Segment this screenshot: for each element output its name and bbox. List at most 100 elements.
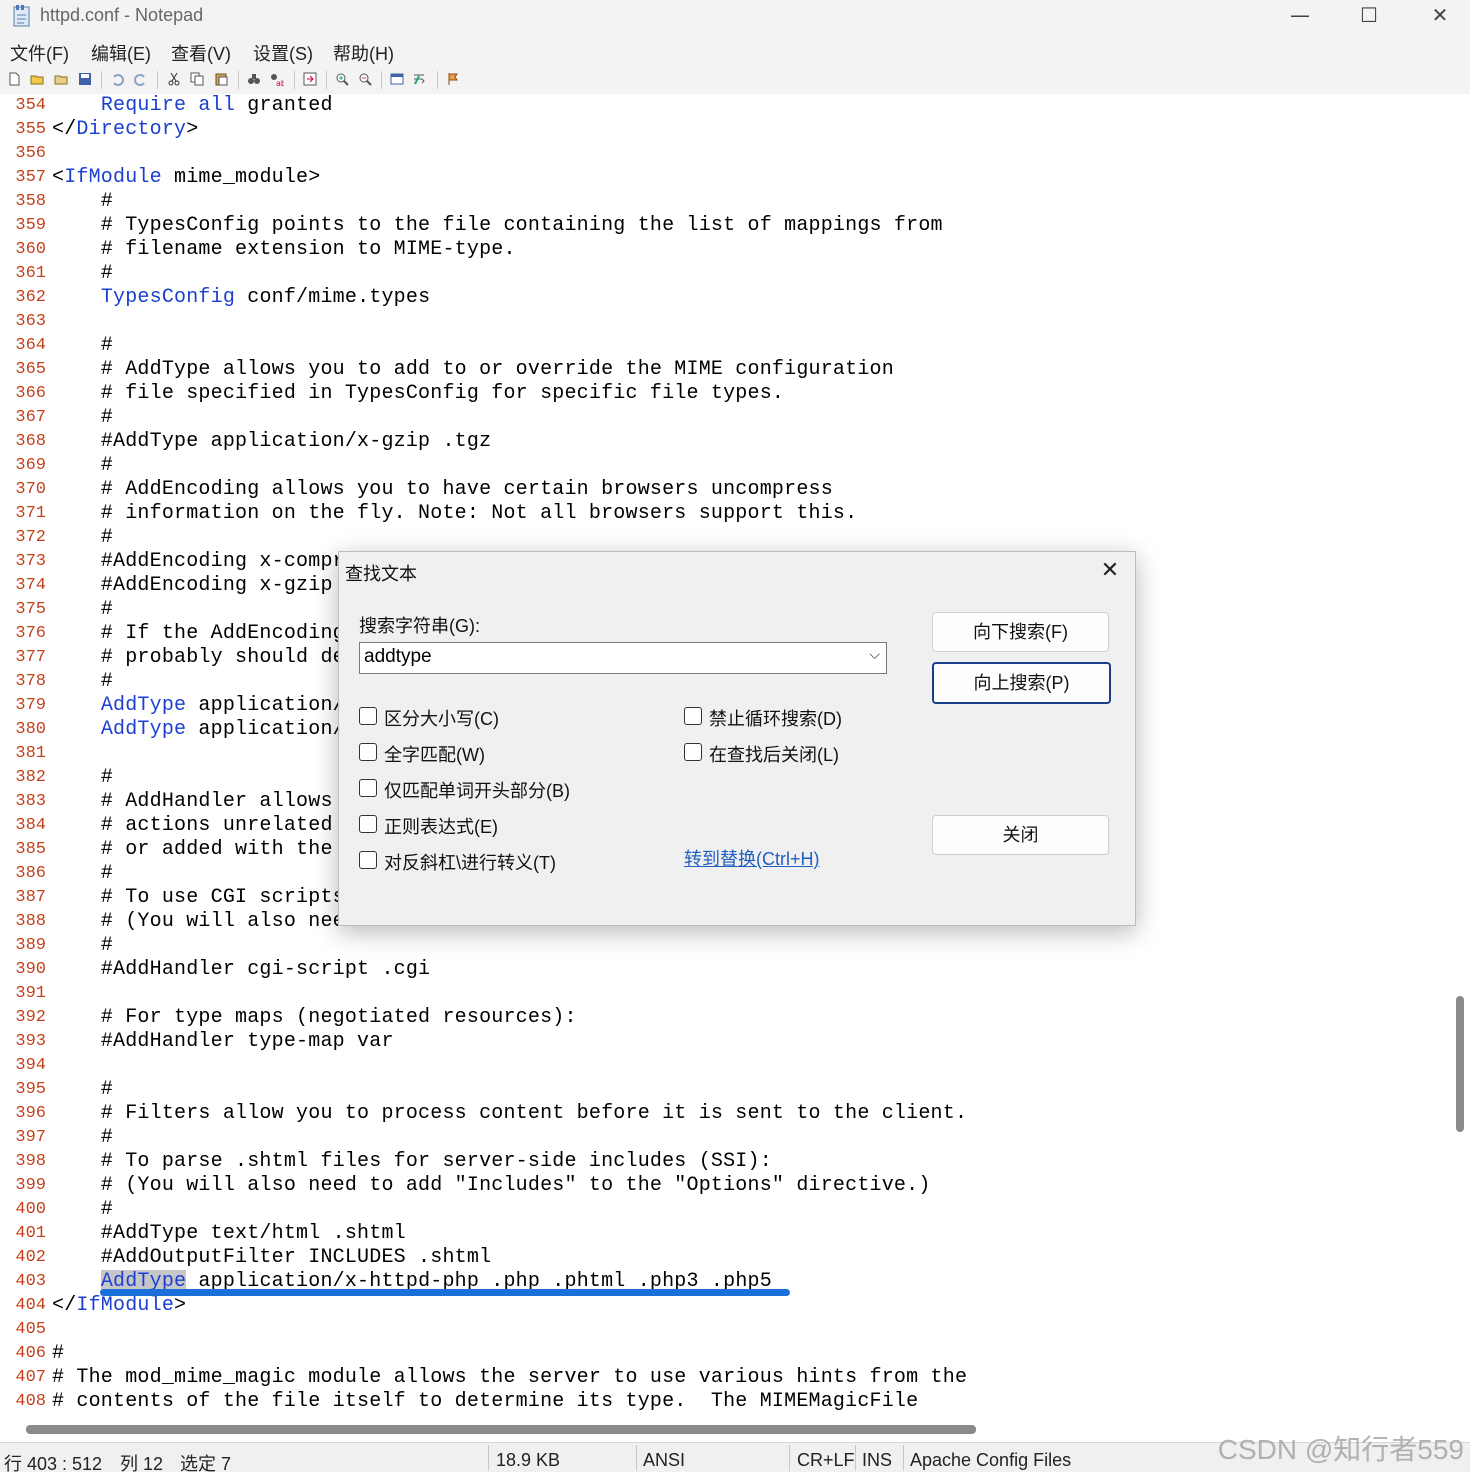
line-text[interactable]: #: [52, 526, 113, 550]
menu-help[interactable]: 帮助(H): [333, 40, 394, 66]
editor-line[interactable]: 392 # For type maps (negotiated resource…: [0, 1006, 1450, 1030]
line-text[interactable]: #AddHandler cgi-script .cgi: [52, 958, 430, 982]
line-text[interactable]: # AddHandler allows: [52, 790, 345, 814]
editor-line[interactable]: 355 </Directory>: [0, 118, 1450, 142]
editor-line[interactable]: 396 # Filters allow you to process conte…: [0, 1102, 1450, 1126]
find-next-button[interactable]: 向下搜索(F): [932, 612, 1109, 652]
replace-icon[interactable]: ab: [270, 72, 284, 86]
search-input-value[interactable]: addtype: [364, 646, 432, 668]
line-text[interactable]: #: [52, 406, 113, 430]
line-text[interactable]: # AddType allows you to add to or overri…: [52, 358, 894, 382]
editor-line[interactable]: 371 # information on the fly. Note: Not …: [0, 502, 1450, 526]
line-text[interactable]: # probably should de: [52, 646, 345, 670]
editor-line[interactable]: 362 TypesConfig conf/mime.types: [0, 286, 1450, 310]
vertical-scrollbar[interactable]: [1450, 94, 1470, 1416]
line-text[interactable]: # or added with the: [52, 838, 345, 862]
line-text[interactable]: </Directory>: [52, 118, 198, 142]
editor-line[interactable]: 397 #: [0, 1126, 1450, 1150]
checkbox-label[interactable]: 对反斜杠\进行转义(T): [384, 849, 556, 875]
line-text[interactable]: # (You will also nee: [52, 910, 345, 934]
editor-line[interactable]: 393 #AddHandler type-map var: [0, 1030, 1450, 1054]
line-text[interactable]: # Filters allow you to process content b…: [52, 1102, 967, 1126]
open-recent-icon[interactable]: [54, 72, 68, 86]
line-text[interactable]: # TypesConfig points to the file contain…: [52, 214, 943, 238]
line-text[interactable]: # To use CGI scripts: [52, 886, 345, 910]
checkbox-box[interactable]: [359, 779, 377, 797]
checkbox-box[interactable]: [684, 743, 702, 761]
checkbox-label[interactable]: 在查找后关闭(L): [709, 741, 839, 767]
editor-line[interactable]: 391: [0, 982, 1450, 1006]
chevron-down-icon[interactable]: ⌵: [869, 647, 880, 663]
checkbox-label[interactable]: 区分大小写(C): [384, 705, 499, 731]
line-text[interactable]: #: [52, 1198, 113, 1222]
editor-line[interactable]: 405: [0, 1318, 1450, 1342]
editor-line[interactable]: 360 # filename extension to MIME-type.: [0, 238, 1450, 262]
checkbox-label[interactable]: 禁止循环搜索(D): [709, 705, 842, 731]
checkbox-label[interactable]: 全字匹配(W): [384, 741, 485, 767]
line-text[interactable]: # filename extension to MIME-type.: [52, 238, 516, 262]
line-text[interactable]: #: [52, 334, 113, 358]
goto-icon[interactable]: [303, 72, 317, 86]
line-text[interactable]: TypesConfig conf/mime.types: [52, 286, 430, 310]
line-text[interactable]: # To parse .shtml files for server-side …: [52, 1150, 772, 1174]
line-text[interactable]: # For type maps (negotiated resources):: [52, 1006, 577, 1030]
editor-line[interactable]: 400 #: [0, 1198, 1450, 1222]
editor-line[interactable]: 365 # AddType allows you to add to or ov…: [0, 358, 1450, 382]
line-text[interactable]: #: [52, 190, 113, 214]
line-text[interactable]: #: [52, 766, 113, 790]
editor-line[interactable]: 357 <IfModule mime_module>: [0, 166, 1450, 190]
line-text[interactable]: #: [52, 1078, 113, 1102]
editor-line[interactable]: 404 </IfModule>: [0, 1294, 1450, 1318]
line-text[interactable]: #: [52, 598, 113, 622]
line-text[interactable]: # information on the fly. Note: Not all …: [52, 502, 857, 526]
line-text[interactable]: #AddOutputFilter INCLUDES .shtml: [52, 1246, 491, 1270]
line-text[interactable]: #: [52, 1342, 64, 1366]
line-text[interactable]: # actions unrelated: [52, 814, 345, 838]
goto-replace-link[interactable]: 转到替换(Ctrl+H): [684, 845, 820, 871]
copy-icon[interactable]: [190, 72, 204, 86]
editor-line[interactable]: 389 #: [0, 934, 1450, 958]
line-text[interactable]: </IfModule>: [52, 1294, 186, 1318]
line-text[interactable]: # AddEncoding allows you to have certain…: [52, 478, 833, 502]
editor-line[interactable]: 366 # file specified in TypesConfig for …: [0, 382, 1450, 406]
editor-line[interactable]: 359 # TypesConfig points to the file con…: [0, 214, 1450, 238]
line-text[interactable]: # If the AddEncoding: [52, 622, 345, 646]
menu-settings[interactable]: 设置(S): [253, 40, 313, 66]
line-text[interactable]: <IfModule mime_module>: [52, 166, 320, 190]
editor-line[interactable]: 363: [0, 310, 1450, 334]
line-text[interactable]: #AddHandler type-map var: [52, 1030, 394, 1054]
zoom-out-icon[interactable]: [358, 72, 372, 86]
editor-line[interactable]: 408 # contents of the file itself to dete…: [0, 1390, 1450, 1414]
cut-icon[interactable]: [167, 72, 181, 86]
editor-line[interactable]: 358 #: [0, 190, 1450, 214]
editor-line[interactable]: 394: [0, 1054, 1450, 1078]
new-file-icon[interactable]: [7, 72, 21, 86]
line-text[interactable]: Require all granted: [52, 94, 333, 118]
menu-file[interactable]: 文件(F): [10, 40, 69, 66]
editor-line[interactable]: 367 #: [0, 406, 1450, 430]
checkbox-label[interactable]: 仅匹配单词开头部分(B): [384, 777, 570, 803]
line-text[interactable]: #: [52, 670, 113, 694]
editor-line[interactable]: 361 #: [0, 262, 1450, 286]
editor-line[interactable]: 370 # AddEncoding allows you to have cer…: [0, 478, 1450, 502]
zoom-in-icon[interactable]: [335, 72, 349, 86]
line-text[interactable]: # file specified in TypesConfig for spec…: [52, 382, 784, 406]
editor-line[interactable]: 354 Require all granted: [0, 94, 1450, 118]
editor-line[interactable]: 407 # The mod_mime_magic module allows th…: [0, 1366, 1450, 1390]
editor-line[interactable]: 356: [0, 142, 1450, 166]
menu-edit[interactable]: 编辑(E): [91, 40, 151, 66]
line-text[interactable]: #: [52, 934, 113, 958]
editor-line[interactable]: 401 #AddType text/html .shtml: [0, 1222, 1450, 1246]
search-input[interactable]: addtype ⌵: [359, 642, 887, 674]
open-file-icon[interactable]: [30, 72, 44, 86]
save-icon[interactable]: [78, 72, 92, 86]
checkbox-box[interactable]: [359, 743, 377, 761]
editor-line[interactable]: 402 #AddOutputFilter INCLUDES .shtml: [0, 1246, 1450, 1270]
checkbox-label[interactable]: 正则表达式(E): [384, 813, 498, 839]
maximize-button[interactable]: ☐: [1341, 0, 1397, 30]
line-text[interactable]: #AddEncoding x-gzip: [52, 574, 345, 598]
close-window-button[interactable]: ✕: [1412, 0, 1468, 30]
line-text[interactable]: # contents of the file itself to determi…: [52, 1390, 918, 1414]
paste-icon[interactable]: [214, 72, 228, 86]
editor-line[interactable]: 406 #: [0, 1342, 1450, 1366]
